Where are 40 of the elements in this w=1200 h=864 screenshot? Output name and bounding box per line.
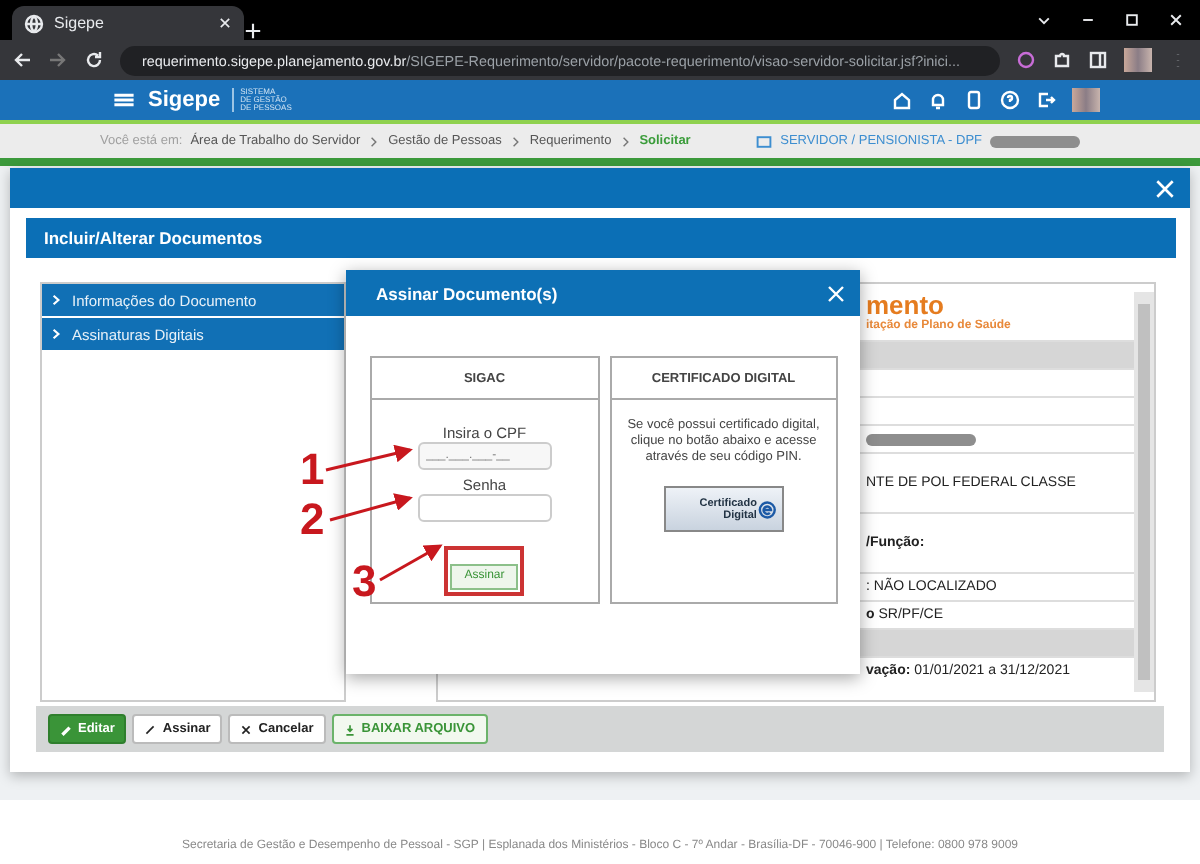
chevron-down-icon[interactable] [1036, 12, 1052, 28]
chevron-icon [50, 328, 62, 340]
download-icon [343, 723, 356, 735]
password-field[interactable] [417, 494, 552, 522]
pen-icon [144, 723, 157, 735]
forward-icon[interactable] [48, 50, 68, 70]
scrollbar-thumb[interactable] [1138, 304, 1150, 680]
arrow [329, 493, 413, 522]
help-icon[interactable] [1000, 90, 1020, 110]
chevron-right-icon[interactable] [619, 135, 632, 147]
id-card-icon[interactable] [756, 133, 773, 149]
reload-icon[interactable] [84, 50, 104, 70]
step-number: 2 [300, 498, 325, 542]
menu-icon[interactable] [112, 88, 136, 112]
document-heading: mento [866, 290, 944, 320]
back-icon[interactable] [12, 50, 32, 70]
redacted-bar [990, 135, 1080, 147]
brand-name: Sigepe [148, 88, 221, 112]
new-tab-icon[interactable] [244, 22, 262, 40]
arrow [325, 444, 413, 472]
chevron-right-icon[interactable] [368, 135, 381, 147]
chevron-right-icon[interactable] [509, 135, 522, 147]
chevron-icon [50, 294, 62, 306]
logout-icon[interactable] [1036, 90, 1056, 110]
close-icon [240, 723, 253, 735]
globe-icon[interactable] [24, 13, 44, 33]
sidebar-icon[interactable] [1088, 50, 1108, 70]
close-icon[interactable] [218, 16, 232, 30]
redacted-bar [866, 433, 976, 445]
step-number: 3 [352, 560, 377, 604]
bell-icon[interactable] [928, 90, 948, 110]
home-icon[interactable] [892, 90, 912, 110]
e-icon [758, 499, 778, 519]
arrow [379, 544, 443, 582]
step-number: 1 [300, 448, 325, 492]
tablet-icon[interactable] [964, 90, 984, 110]
dialog-title: Assinar Documento(s) [376, 283, 558, 303]
panel-title: Incluir/Alterar Documentos [26, 218, 1176, 258]
close-icon[interactable] [1168, 12, 1184, 28]
maximize-icon[interactable] [1124, 12, 1140, 28]
